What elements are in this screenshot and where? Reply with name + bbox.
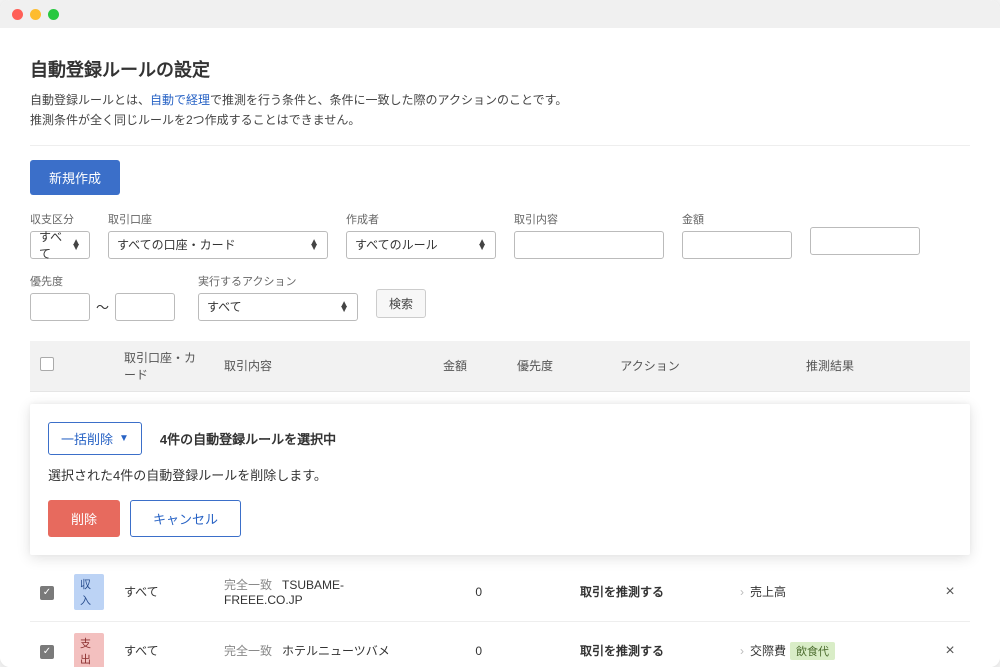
priority-label: 優先度: [30, 273, 180, 289]
col-content: 取引内容: [214, 341, 410, 392]
range-separator: 〜: [96, 297, 109, 316]
col-priority: 優先度: [500, 341, 570, 392]
row-amount: 0: [410, 621, 500, 667]
creator-label: 作成者: [346, 211, 496, 227]
col-action: アクション: [570, 341, 730, 392]
cancel-button[interactable]: キャンセル: [130, 500, 241, 537]
window-close-dot[interactable]: [12, 9, 23, 20]
new-rule-button[interactable]: 新規作成: [30, 160, 120, 195]
select-all-checkbox[interactable]: [40, 357, 54, 371]
col-type: [64, 341, 114, 392]
balance-type-select[interactable]: すべて ▲▼: [30, 231, 90, 259]
row-action: 取引を推測する: [570, 621, 730, 667]
table-row: ✓ 収入すべて完全一致TSUBAME-FREEE.CO.JP0 取引を推測する›売上…: [30, 563, 970, 622]
chevron-down-icon: ▼: [119, 433, 129, 444]
account-label: 取引口座: [108, 211, 328, 227]
row-content: 完全一致TSUBAME-FREEE.CO.JP: [214, 563, 410, 622]
balance-tag: 収入: [74, 574, 104, 610]
row-checkbox[interactable]: ✓: [40, 586, 54, 600]
arrow-right-icon: ›: [740, 585, 744, 599]
row-result: ›売上高: [730, 563, 930, 622]
select-caret-icon: ▲▼: [477, 240, 487, 250]
amount-label: 金額: [682, 211, 792, 227]
table-row: ✓ 支出すべて完全一致ホテルニューツバメ0 取引を推測する›交際費飲食代 ×: [30, 621, 970, 667]
page-title: 自動登録ルールの設定: [30, 56, 970, 82]
col-amount: 金額: [410, 341, 500, 392]
bulk-delete-dropdown[interactable]: 一括削除 ▼: [48, 422, 142, 455]
account-select[interactable]: すべての口座・カード ▲▼: [108, 231, 328, 259]
action-filter-select[interactable]: すべて ▲▼: [198, 293, 358, 321]
select-caret-icon: ▲▼: [309, 240, 319, 250]
bulk-heading: 4件の自動登録ルールを選択中: [160, 429, 336, 448]
col-result: 推測結果: [730, 341, 930, 392]
select-caret-icon: ▲▼: [71, 240, 81, 250]
content-input[interactable]: [514, 231, 664, 259]
window-zoom-dot[interactable]: [48, 9, 59, 20]
row-account: すべて: [114, 621, 214, 667]
page-description-1b: で推測を行う条件と、条件に一致した際のアクションのことです。: [210, 93, 567, 107]
amount-input-2[interactable]: [810, 227, 920, 255]
row-amount: 0: [410, 563, 500, 622]
priority-to-input[interactable]: [115, 293, 175, 321]
row-checkbox[interactable]: ✓: [40, 645, 54, 659]
amount-input[interactable]: [682, 231, 792, 259]
priority-from-input[interactable]: [30, 293, 90, 321]
arrow-right-icon: ›: [740, 644, 744, 658]
page-description-2: 推測条件が全く同じルールを2つ作成することはできません。: [30, 113, 360, 127]
bulk-action-panel: 一括削除 ▼ 4件の自動登録ルールを選択中 選択された4件の自動登録ルールを削除…: [30, 404, 970, 555]
page-description-1a: 自動登録ルールとは、: [30, 93, 150, 107]
auto-accounting-link[interactable]: 自動で経理: [150, 93, 210, 107]
balance-type-label: 収支区分: [30, 211, 90, 227]
search-button[interactable]: 検索: [376, 289, 426, 318]
content-label: 取引内容: [514, 211, 664, 227]
bulk-delete-label: 一括削除: [61, 429, 113, 448]
creator-select[interactable]: すべてのルール ▲▼: [346, 231, 496, 259]
delete-button[interactable]: 削除: [48, 500, 120, 537]
select-caret-icon: ▲▼: [339, 302, 349, 312]
bulk-message: 選択された4件の自動登録ルールを削除します。: [48, 465, 952, 484]
row-content: 完全一致ホテルニューツバメ: [214, 621, 410, 667]
balance-type-value: すべて: [39, 228, 65, 262]
row-action: 取引を推測する: [570, 563, 730, 622]
creator-value: すべてのルール: [355, 236, 438, 253]
action-filter-value: すべて: [207, 298, 242, 315]
col-account: 取引口座・カード: [114, 341, 214, 392]
account-value: すべての口座・カード: [117, 236, 236, 253]
action-filter-label: 実行するアクション: [198, 273, 358, 289]
row-result: ›交際費飲食代: [730, 621, 930, 667]
row-account: すべて: [114, 563, 214, 622]
window-titlebar: [0, 0, 1000, 28]
window-minimize-dot[interactable]: [30, 9, 41, 20]
row-priority: [500, 563, 570, 622]
delete-row-icon[interactable]: ×: [945, 583, 954, 600]
row-priority: [500, 621, 570, 667]
balance-tag: 支出: [74, 633, 104, 667]
delete-row-icon[interactable]: ×: [945, 642, 954, 659]
